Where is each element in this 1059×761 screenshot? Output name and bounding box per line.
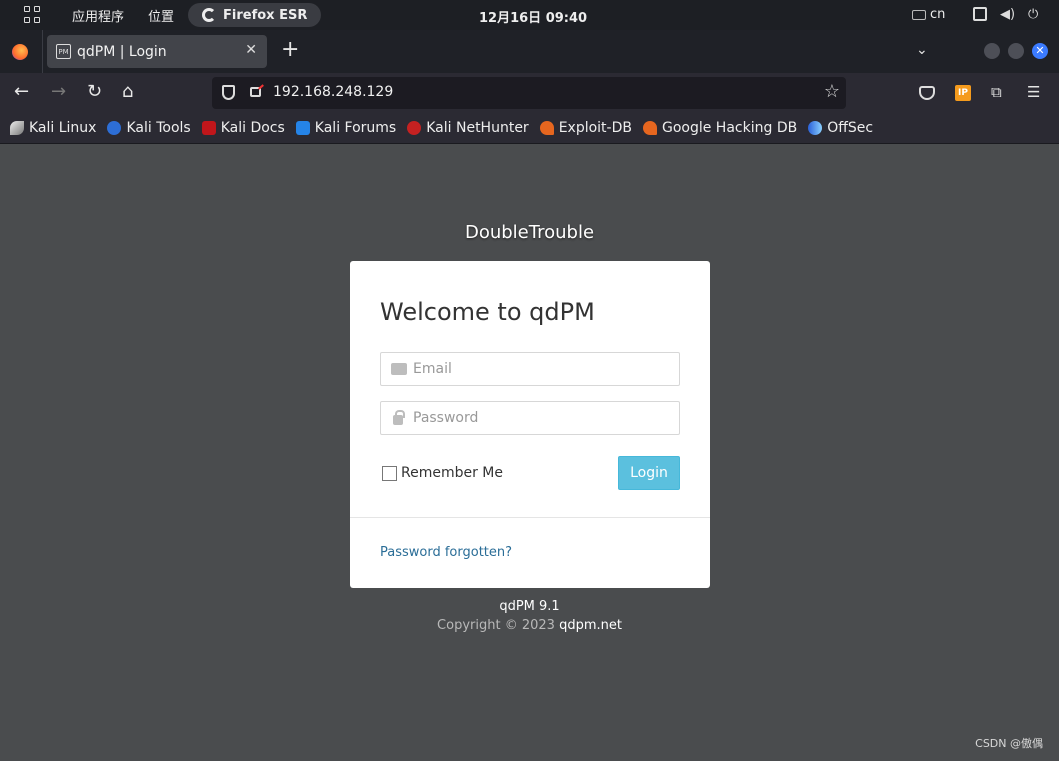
watermark: CSDN @傲偶 (975, 737, 1043, 750)
insecure-lock-icon[interactable] (250, 87, 261, 97)
login-button[interactable]: Login (618, 456, 680, 490)
maximize-button[interactable] (1008, 43, 1024, 59)
kali-docs-icon (201, 121, 216, 135)
bookmark-offsec[interactable]: OffSec (808, 120, 873, 136)
bookmark-kali-linux[interactable]: Kali Linux (10, 120, 96, 136)
lock-icon (393, 410, 405, 425)
active-app-indicator[interactable]: Firefox ESR (188, 3, 322, 27)
app-version: qdPM 9.1 (499, 599, 560, 614)
browser-tab-bar: PM qdPM | Login ✕ + ⌄ ✕ (0, 30, 1059, 73)
kali-nethunter-icon (407, 121, 422, 135)
envelope-icon (391, 363, 407, 375)
keyboard-icon (912, 10, 926, 20)
password-forgotten-link[interactable]: Password forgotten? (380, 545, 512, 560)
page-viewport: DoubleTrouble Welcome to qdPM Remember M… (0, 145, 1059, 761)
password-field[interactable] (380, 401, 680, 435)
close-tab-icon[interactable]: ✕ (245, 42, 257, 58)
remember-me-checkbox[interactable] (382, 465, 397, 481)
password-input[interactable] (413, 402, 673, 434)
ghdb-icon (642, 121, 657, 135)
site-brand: DoubleTrouble (464, 222, 595, 243)
power-icon[interactable]: ⏻ (1028, 7, 1042, 22)
back-icon[interactable]: ← (14, 82, 29, 102)
qdpm-favicon-icon: PM (56, 44, 71, 59)
new-tab-icon[interactable]: + (281, 39, 299, 61)
keyboard-layout-indicator[interactable]: cn (912, 7, 945, 22)
url-text[interactable]: 192.168.248.129 (273, 84, 393, 100)
tab-separator (42, 30, 43, 73)
apps-grid-icon[interactable] (24, 6, 42, 24)
qdpm-site-link[interactable]: qdpm.net (559, 618, 622, 633)
exploit-db-icon (539, 121, 554, 135)
keyboard-layout-label: cn (930, 7, 946, 22)
tracking-shield-icon[interactable] (222, 85, 235, 100)
remember-me-label: Remember Me (401, 465, 503, 481)
bookmark-label: Google Hacking DB (661, 120, 798, 136)
bookmarks-toolbar: Kali Linux Kali Tools Kali Docs Kali For… (0, 113, 1059, 144)
bookmark-label: Exploit-DB (558, 120, 632, 136)
bookmark-kali-nethunter[interactable]: Kali NetHunter (407, 120, 529, 136)
reload-icon[interactable]: ↻ (87, 82, 102, 102)
card-divider (350, 517, 710, 518)
kali-linux-icon (10, 121, 24, 135)
bookmark-kali-tools[interactable]: Kali Tools (107, 120, 191, 136)
bookmark-label: Kali Linux (29, 120, 97, 136)
email-input[interactable] (413, 353, 673, 385)
system-clock[interactable]: 12月16日 09:40 (479, 7, 587, 26)
home-icon[interactable]: ⌂ (122, 82, 133, 102)
hamburger-menu-icon[interactable]: ☰ (1027, 83, 1040, 101)
close-window-button[interactable]: ✕ (1032, 43, 1048, 59)
bookmark-kali-docs[interactable]: Kali Docs (201, 120, 285, 136)
chevron-down-icon[interactable]: ⌄ (916, 42, 928, 58)
extensions-icon[interactable]: ⧉ (991, 83, 1002, 101)
remember-me[interactable]: Remember Me (382, 465, 503, 481)
bookmark-label: Kali Docs (220, 120, 285, 136)
bookmark-label: OffSec (827, 120, 874, 136)
copyright: Copyright © 2023 qdpm.net (0, 618, 1059, 633)
page-title: Welcome to qdPM (380, 298, 595, 326)
kali-tools-icon (107, 121, 122, 135)
screen-icon[interactable] (973, 7, 987, 21)
bookmark-ghdb[interactable]: Google Hacking DB (642, 120, 798, 136)
offsec-icon (808, 121, 823, 135)
active-app-label: Firefox ESR (223, 7, 308, 23)
system-top-bar: 应用程序 位置 Firefox ESR 12月16日 09:40 cn ◀) ⏻ (0, 0, 1059, 30)
kali-forums-icon (295, 121, 310, 135)
places-menu[interactable]: 位置 (148, 6, 174, 25)
volume-icon[interactable]: ◀) (1000, 7, 1015, 22)
firefox-icon (202, 8, 217, 22)
bookmark-label: Kali Forums (314, 120, 397, 136)
tab-title: qdPM | Login (77, 43, 167, 60)
bookmark-label: Kali NetHunter (426, 120, 529, 136)
navigation-toolbar: ← → ↻ ⌂ 192.168.248.129 ☆ IP ⧉ ☰ (0, 73, 1059, 113)
url-bar[interactable]: 192.168.248.129 ☆ (212, 77, 846, 109)
forward-icon[interactable]: → (51, 82, 66, 102)
minimize-button[interactable] (984, 43, 1000, 59)
tab-active[interactable]: PM qdPM | Login ✕ (47, 35, 267, 68)
bookmark-exploit-db[interactable]: Exploit-DB (539, 120, 632, 136)
bookmark-kali-forums[interactable]: Kali Forums (295, 120, 397, 136)
email-field[interactable] (380, 352, 680, 386)
firefox-view-icon[interactable] (12, 44, 28, 60)
pocket-icon[interactable] (919, 86, 935, 100)
applications-menu[interactable]: 应用程序 (72, 6, 124, 25)
bookmark-star-icon[interactable]: ☆ (824, 81, 840, 102)
copyright-text: Copyright © 2023 (437, 618, 560, 633)
bookmark-label: Kali Tools (126, 120, 191, 136)
login-card: Welcome to qdPM Remember Me Login Passwo… (350, 261, 710, 588)
ip-extension-icon[interactable]: IP (955, 85, 971, 101)
